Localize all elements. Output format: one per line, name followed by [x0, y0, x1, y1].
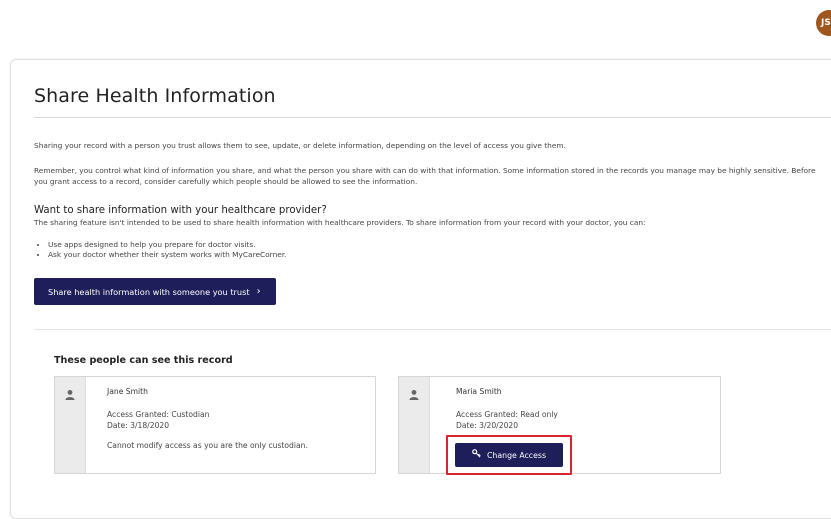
person-name: Jane Smith [107, 387, 148, 396]
access-date: Date: 3/18/2020 [107, 421, 170, 430]
user-avatar[interactable]: JS [816, 10, 831, 36]
user-icon [409, 390, 419, 400]
title-divider [34, 117, 831, 118]
provider-heading: Want to share information with your heal… [34, 205, 327, 216]
share-health-info-button[interactable]: Share health information with someone yo… [34, 278, 276, 305]
person-name: Maria Smith [456, 387, 502, 396]
section-divider [34, 329, 831, 330]
list-item: Use apps designed to help you prepare fo… [48, 240, 287, 250]
access-level: Access Granted: Custodian [107, 410, 210, 419]
user-icon [65, 390, 75, 400]
list-item: Ask your doctor whether their system wor… [48, 250, 287, 260]
intro-text: Sharing your record with a person you tr… [34, 141, 566, 150]
card-sidebar [399, 377, 430, 473]
access-card-jane: Jane Smith Access Granted: Custodian Dat… [54, 376, 376, 474]
chevron-right-icon: › [256, 286, 261, 297]
highlight-box [446, 435, 572, 475]
share-button-label: Share health information with someone yo… [48, 286, 250, 297]
access-level: Access Granted: Read only [456, 410, 558, 419]
provider-text: The sharing feature isn't intended to be… [34, 218, 646, 227]
reminder-text: Remember, you control what kind of infor… [34, 166, 816, 186]
top-bar: JS [0, 0, 831, 48]
custodian-note: Cannot modify access as you are the only… [107, 441, 308, 450]
provider-tips-list: Use apps designed to help you prepare fo… [36, 240, 287, 261]
card-sidebar [55, 377, 86, 473]
access-date: Date: 3/20/2020 [456, 421, 519, 430]
people-heading: These people can see this record [54, 355, 233, 366]
page-title: Share Health Information [34, 85, 276, 107]
